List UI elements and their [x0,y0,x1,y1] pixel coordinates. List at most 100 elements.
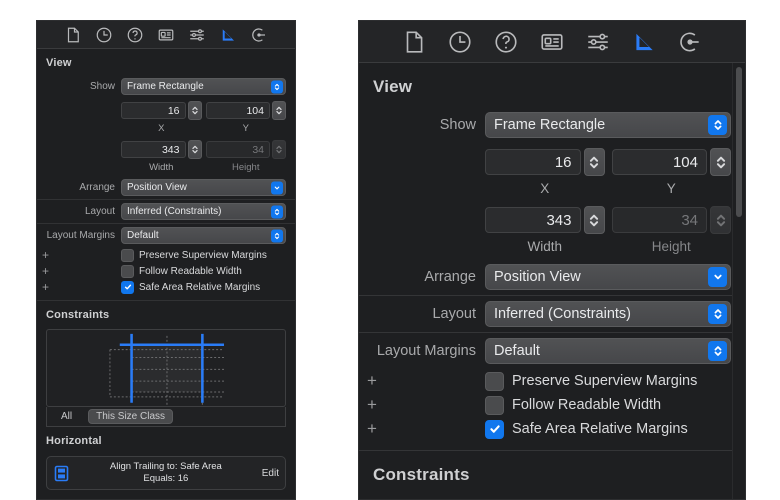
sliders-icon[interactable] [188,26,206,44]
height-group: 34 [205,140,286,159]
height-stepper[interactable] [272,140,286,159]
checkbox-row-safe-area-relative-margins: + Safe Area Relative Margins [37,279,295,295]
add-icon[interactable]: + [37,248,51,262]
x-input[interactable]: 16 [121,102,186,119]
ruler-triangle-icon[interactable] [219,26,237,44]
checkbox-row-follow-readable-width: + Follow Readable Width [37,263,295,279]
show-row: Show Frame Rectangle [359,107,745,143]
file-icon[interactable] [401,29,427,55]
add-icon[interactable]: + [359,371,381,391]
scrollbar-thumb[interactable] [736,67,742,217]
follow-readable-width-label: Follow Readable Width [139,265,242,277]
arrange-label: Arrange [79,182,115,193]
layout-margins-select[interactable]: Default [121,227,286,244]
checkbox-row-preserve-superview-margins: + Preserve Superview Margins [37,247,295,263]
layout-value: Inferred (Constraints) [494,306,631,322]
layout-select[interactable]: Inferred (Constraints) [485,301,731,327]
horizontal-title: Horizontal [46,435,102,447]
scope-this-size-class-option[interactable]: This Size Class [88,409,174,424]
layout-margins-select[interactable]: Default [485,338,731,364]
height-input[interactable]: 34 [205,141,270,158]
y-stepper[interactable] [710,148,731,176]
chevron-updown-icon [271,80,283,93]
file-icon[interactable] [64,26,82,44]
vertical-scrollbar[interactable] [732,63,745,499]
add-icon[interactable]: + [37,280,51,294]
layout-margins-value: Default [127,230,159,241]
xy-captions: X Y [359,181,745,201]
height-group: 34 [611,206,731,234]
x-stepper[interactable] [583,148,605,176]
sliders-icon[interactable] [585,29,611,55]
y-caption: Y [242,123,249,134]
edit-button[interactable]: Edit [256,468,279,479]
show-select[interactable]: Frame Rectangle [485,112,731,138]
page-title: View [373,77,413,96]
add-icon[interactable]: + [359,395,381,415]
preserve-superview-margins-checkbox[interactable] [121,248,134,262]
identity-card-icon[interactable] [157,26,175,44]
x-input[interactable]: 16 [485,149,581,175]
arrange-select[interactable]: Position View [485,264,731,290]
inspector-body: View Show Frame Rectangle 16 104 X Y 343… [37,49,295,490]
xy-captions: X Y [37,123,295,137]
constraint-list-item[interactable]: Align Trailing to: Safe Area Equals: 16 … [46,456,286,490]
help-icon[interactable] [493,29,519,55]
x-stepper[interactable] [187,101,202,120]
show-label: Show [439,117,476,133]
chevron-down-icon [271,181,283,194]
inspector-toolbar-zoomed[interactable] [359,21,745,63]
show-row: Show Frame Rectangle [37,75,295,98]
follow-readable-width-checkbox[interactable] [121,264,134,278]
y-caption: Y [666,181,676,196]
height-input[interactable]: 34 [611,207,707,233]
layout-margins-row: Layout Margins Default [37,224,295,247]
checkbox-row-safe-area-relative-margins: + Safe Area Relative Margins [359,417,745,441]
add-icon[interactable]: + [359,419,381,439]
x-caption: X [540,181,550,196]
constraints-scope-segmented-control[interactable]: All This Size Class [46,407,286,427]
width-caption: Width [527,239,562,254]
clock-icon[interactable] [447,29,473,55]
connections-icon[interactable] [250,26,268,44]
safe-area-relative-margins-checkbox[interactable] [121,280,134,294]
layout-label: Layout [84,206,115,217]
preserve-superview-margins-checkbox[interactable] [485,371,504,391]
add-icon[interactable]: + [37,264,51,278]
width-group: 343 [485,206,605,234]
page-title: View [46,57,72,69]
identity-card-icon[interactable] [539,29,565,55]
scope-all-option[interactable]: All [53,409,80,424]
constraint-line-1: Align Trailing to: Safe Area [109,461,222,473]
layout-label: Layout [432,306,476,322]
show-select[interactable]: Frame Rectangle [121,78,286,95]
clock-icon[interactable] [95,26,113,44]
y-stepper[interactable] [272,101,286,120]
width-input[interactable]: 343 [485,207,581,233]
width-input[interactable]: 343 [121,141,186,158]
connections-icon[interactable] [677,29,703,55]
chevron-down-icon [708,267,727,287]
help-icon[interactable] [126,26,144,44]
arrange-select[interactable]: Position View [121,179,286,196]
chevron-updown-icon [708,115,727,135]
width-stepper[interactable] [187,140,202,159]
inspector-panel-zoomed: View Show Frame Rectangle 16 104 X Y 343… [358,20,746,500]
wh-row: 343 34 [37,137,295,162]
width-stepper[interactable] [583,206,605,234]
constraint-glyph-icon [53,465,70,482]
chevron-updown-icon [708,341,727,361]
layout-select[interactable]: Inferred (Constraints) [121,203,286,220]
arrange-row: Arrange Position View [37,176,295,199]
y-input[interactable]: 104 [611,149,707,175]
y-input[interactable]: 104 [205,102,270,119]
chevron-updown-icon [708,304,727,324]
follow-readable-width-checkbox[interactable] [485,395,504,415]
show-value: Frame Rectangle [494,117,606,133]
ruler-triangle-icon[interactable] [631,29,657,55]
safe-area-relative-margins-checkbox[interactable] [485,419,504,439]
height-stepper[interactable] [710,206,731,234]
inspector-panel-small: View Show Frame Rectangle 16 104 X Y 343… [36,20,296,500]
inspector-toolbar[interactable] [37,21,295,49]
constraints-diagram[interactable] [46,329,286,407]
